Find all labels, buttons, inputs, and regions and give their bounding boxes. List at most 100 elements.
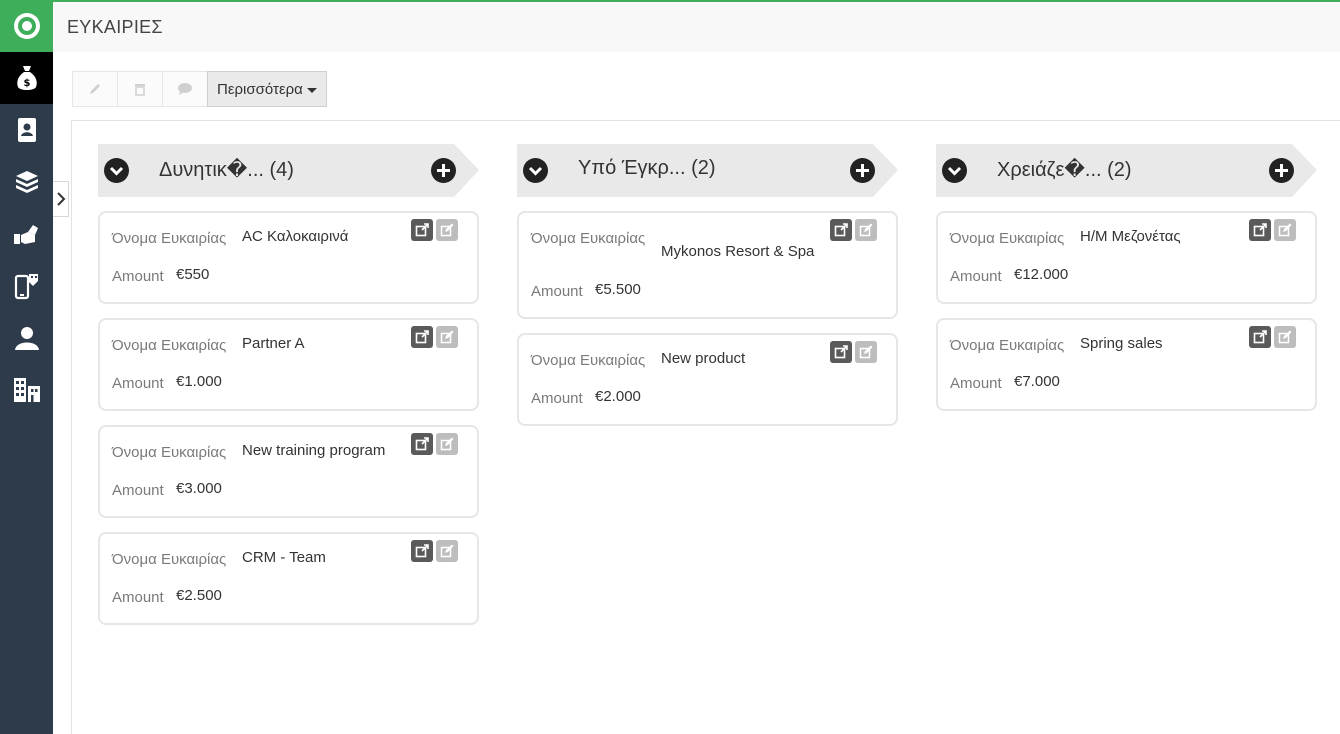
collapse-chevron-icon[interactable] (523, 158, 548, 183)
comment-button[interactable] (162, 71, 208, 107)
open-external-icon[interactable] (411, 326, 433, 348)
edit-button[interactable] (72, 71, 118, 107)
open-external-icon[interactable] (411, 433, 433, 455)
edit-card-icon[interactable] (436, 540, 458, 562)
card-actions (830, 341, 877, 363)
add-card-icon[interactable] (1269, 158, 1294, 183)
logo-icon (13, 13, 40, 39)
sidebar-toggle[interactable] (53, 181, 69, 217)
sidebar-item-mobile[interactable] (0, 260, 53, 312)
kanban-board: Δυνητικ�... (4) Όνομα Ευκαιρίας AC Καλοκ… (71, 120, 1340, 734)
boxes-icon (15, 171, 38, 193)
collapse-chevron-icon[interactable] (942, 158, 967, 183)
opportunity-name: Η/Μ Μεζονέτας (1080, 228, 1181, 245)
card-actions (411, 433, 458, 455)
more-dropdown-button[interactable]: Περισσότερα (207, 71, 327, 107)
more-dropdown-label: Περισσότερα (217, 80, 303, 98)
column-title: Χρειάζε�... (2) (997, 159, 1132, 181)
edit-card-icon[interactable] (436, 219, 458, 241)
open-external-icon[interactable] (1249, 219, 1271, 241)
card-actions (411, 540, 458, 562)
amount-label: Amount (950, 268, 1002, 285)
column-header: Χρειάζε�... (2) (936, 144, 1318, 197)
caret-down-icon (306, 87, 317, 93)
name-label: Όνομα Ευκαιρίας (112, 444, 227, 461)
opportunity-name: New training program (242, 442, 386, 459)
amount-label: Amount (112, 268, 164, 285)
amount-label: Amount (112, 482, 164, 499)
comment-icon (178, 83, 192, 95)
mobile-tag-icon (14, 274, 38, 300)
column-header: Δυνητικ�... (4) (98, 144, 480, 197)
add-card-icon[interactable] (850, 158, 875, 183)
edit-card-icon[interactable] (436, 433, 458, 455)
edit-card-icon[interactable] (1274, 219, 1296, 241)
amount-value: €1.000 (176, 373, 222, 390)
name-label: Όνομα Ευκαιρίας (950, 230, 1065, 247)
delete-button[interactable] (117, 71, 163, 107)
opportunity-card[interactable]: Όνομα Ευκαιρίας New product Amount €2.00… (517, 333, 898, 426)
amount-label: Amount (112, 375, 164, 392)
opportunity-card[interactable]: Όνομα Ευκαιρίας New training program Amo… (98, 425, 479, 518)
column-header: Υπό Έγκρ... (2) (517, 144, 899, 197)
amount-label: Amount (531, 283, 583, 300)
kanban-column: Υπό Έγκρ... (2) Όνομα Ευκαιρίας Mykonos … (517, 144, 899, 440)
opportunity-card[interactable]: Όνομα Ευκαιρίας Spring sales Amount €7.0… (936, 318, 1317, 411)
open-external-icon[interactable] (830, 341, 852, 363)
card-actions (411, 219, 458, 241)
card-actions (1249, 326, 1296, 348)
sidebar-item-contacts[interactable] (0, 104, 53, 156)
column-title: Δυνητικ�... (4) (159, 159, 294, 181)
name-label: Όνομα Ευκαιρίας (112, 230, 227, 247)
opportunity-card[interactable]: Όνομα Ευκαιρίας Mykonos Resort & Spa Amo… (517, 211, 898, 319)
add-card-icon[interactable] (431, 158, 456, 183)
name-label: Όνομα Ευκαιρίας (112, 551, 227, 568)
edit-card-icon[interactable] (436, 326, 458, 348)
opportunity-name: AC Καλοκαιρινά (242, 228, 349, 245)
pencil-icon (90, 84, 100, 94)
card-actions (1249, 219, 1296, 241)
name-label: Όνομα Ευκαιρίας (112, 337, 227, 354)
amount-label: Amount (112, 589, 164, 606)
name-label: Όνομα Ευκαιρίας (531, 352, 646, 369)
opportunity-card[interactable]: Όνομα Ευκαιρίας AC Καλοκαιρινά Amount €5… (98, 211, 479, 304)
opportunity-card[interactable]: Όνομα Ευκαιρίας Η/Μ Μεζονέτας Amount €12… (936, 211, 1317, 304)
page-title: ΕΥΚΑΙΡΙΕΣ (67, 17, 163, 37)
edit-card-icon[interactable] (1274, 326, 1296, 348)
sidebar-item-products[interactable] (0, 156, 53, 208)
toolbar: Περισσότερα (72, 71, 327, 107)
card-actions (830, 219, 877, 241)
sidebar-item-deals[interactable] (0, 208, 53, 260)
opportunity-name: New product (661, 350, 746, 367)
kanban-column: Δυνητικ�... (4) Όνομα Ευκαιρίας AC Καλοκ… (98, 144, 480, 639)
chevron-right-icon (56, 192, 65, 206)
amount-value: €5.500 (595, 281, 641, 298)
amount-value: €12.000 (1014, 266, 1069, 283)
handshake-icon (13, 225, 38, 244)
sidebar-item-opportunities[interactable]: $ (0, 52, 53, 104)
amount-label: Amount (531, 390, 583, 407)
opportunity-card[interactable]: Όνομα Ευκαιρίας CRM - Team Amount €2.500 (98, 532, 479, 625)
edit-card-icon[interactable] (855, 219, 877, 241)
trash-icon (135, 84, 145, 96)
open-external-icon[interactable] (411, 219, 433, 241)
amount-value: €2.000 (595, 388, 641, 405)
opportunity-name: Spring sales (1080, 335, 1163, 352)
kanban-column: Χρειάζε�... (2) Όνομα Ευκαιρίας Η/Μ Μεζο… (936, 144, 1318, 425)
open-external-icon[interactable] (830, 219, 852, 241)
amount-value: €2.500 (176, 587, 222, 604)
user-icon (14, 327, 39, 350)
buildings-icon (13, 378, 40, 402)
sidebar-item-users[interactable] (0, 312, 53, 364)
opportunity-name: Partner A (242, 335, 305, 352)
svg-text:$: $ (23, 78, 30, 89)
open-external-icon[interactable] (1249, 326, 1271, 348)
opportunity-card[interactable]: Όνομα Ευκαιρίας Partner A Amount €1.000 (98, 318, 479, 411)
edit-card-icon[interactable] (855, 341, 877, 363)
app-logo[interactable] (0, 0, 53, 52)
collapse-chevron-icon[interactable] (104, 158, 129, 183)
open-external-icon[interactable] (411, 540, 433, 562)
opportunity-name: Mykonos Resort & Spa (661, 243, 815, 260)
amount-value: €550 (176, 266, 210, 283)
sidebar-item-companies[interactable] (0, 364, 53, 416)
